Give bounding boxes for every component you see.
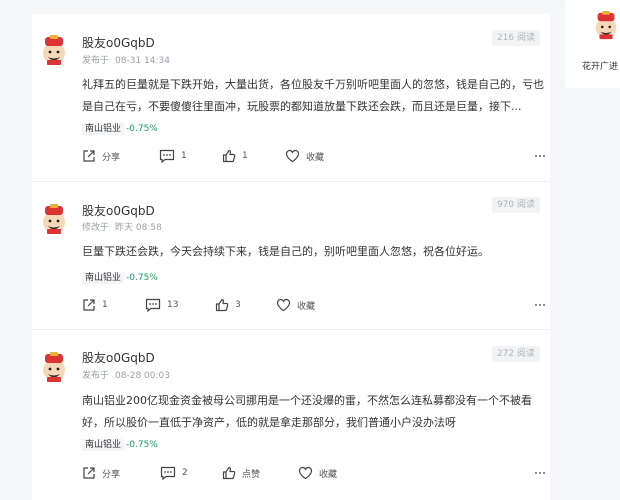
comment-count: 2 <box>182 468 188 478</box>
thumbs-up-icon <box>222 466 236 480</box>
view-count-badge: 970 阅读 <box>491 197 540 213</box>
caishen-avatar-icon <box>43 35 65 65</box>
share-icon <box>83 467 95 479</box>
stock-tag-name: 南山铝业 <box>82 272 125 284</box>
avatar[interactable] <box>38 351 70 383</box>
like-button[interactable]: 点赞 <box>222 464 260 482</box>
meta-time: 08-31 14:34 <box>115 56 170 66</box>
username[interactable]: 股友o0GqbD <box>82 34 155 51</box>
favorite-label: 收藏 <box>319 469 338 480</box>
like-button[interactable]: 1 <box>222 147 248 165</box>
post-actions: 1 13 3 收藏 <box>82 296 546 314</box>
thumbs-up-icon <box>215 298 229 312</box>
post-content[interactable]: 巨量下跌还会跌，今天会持续下来，钱是自己的，别听吧里面人忽悠，祝各位好运。 <box>82 241 544 263</box>
username[interactable]: 股友o0GqbD <box>82 202 155 219</box>
post-content[interactable]: 礼拜五的巨量就是下跌开始，大量出货，各位股友千万别听吧里面人的忽悠，钱是自己的，… <box>82 74 544 118</box>
favorite-button[interactable]: 收藏 <box>276 296 315 314</box>
post-feed: 股友o0GqbD 发布于 08-31 14:34 216 阅读 礼拜五的巨量就是下… <box>32 0 550 500</box>
stock-tag-name: 南山铝业 <box>82 123 125 135</box>
avatar[interactable] <box>591 10 620 40</box>
view-count-badge: 272 阅读 <box>491 346 540 362</box>
comment-icon <box>159 149 175 163</box>
share-label: 分享 <box>102 152 121 163</box>
comment-button[interactable]: 13 <box>145 296 178 314</box>
share-button[interactable]: 分享 <box>82 464 120 482</box>
post-meta: 发布于 08-28 00:03 <box>82 368 170 381</box>
avatar[interactable] <box>38 34 70 66</box>
post-card: 股友o0GqbD 发布于 08-28 00:03 272 阅读 南山铝业200亿现… <box>32 330 550 500</box>
comment-count: 13 <box>167 300 179 310</box>
more-options-icon[interactable] <box>534 147 546 165</box>
share-icon <box>83 150 95 162</box>
share-icon <box>83 299 95 311</box>
more-options-icon[interactable] <box>534 296 546 314</box>
meta-time: 昨天 08:58 <box>115 223 162 233</box>
stock-tag[interactable]: 南山铝业 -0.75% <box>82 121 158 137</box>
meta-prefix: 修改于 <box>82 223 110 233</box>
stock-tag-change: -0.75% <box>126 440 158 450</box>
avatar[interactable] <box>38 203 70 235</box>
stock-tag-change: -0.75% <box>126 273 158 283</box>
caishen-avatar-icon <box>595 10 617 40</box>
share-button[interactable]: 分享 <box>82 147 120 165</box>
like-count: 3 <box>235 300 241 310</box>
post-actions: 分享 1 1 收藏 <box>82 147 546 165</box>
stock-tag-name: 南山铝业 <box>82 439 125 451</box>
favorite-label: 收藏 <box>297 301 316 312</box>
heart-icon <box>276 298 291 312</box>
view-count-badge: 216 阅读 <box>491 30 540 46</box>
post-meta: 修改于 昨天 08:58 <box>82 220 162 233</box>
favorite-button[interactable]: 收藏 <box>298 464 337 482</box>
heart-icon <box>285 149 300 163</box>
more-options-icon[interactable] <box>534 464 546 482</box>
caishen-avatar-icon <box>43 204 65 234</box>
sidebar-user-card[interactable]: 花开广进 <box>565 0 620 88</box>
meta-time: 08-28 00:03 <box>115 371 170 381</box>
thumbs-up-icon <box>222 149 236 163</box>
post-meta: 发布于 08-31 14:34 <box>82 53 170 66</box>
meta-prefix: 发布于 <box>82 56 110 66</box>
comment-count: 1 <box>181 151 187 161</box>
stock-tag[interactable]: 南山铝业 -0.75% <box>82 437 158 453</box>
caishen-avatar-icon <box>43 352 65 382</box>
post-card: 股友o0GqbD 修改于 昨天 08:58 970 阅读 巨量下跌还会跌，今天会持… <box>32 182 550 330</box>
post-content[interactable]: 南山铝业200亿现金资金被母公司挪用是一个还没爆的雷，不然怎么连私募都没有一个不… <box>82 390 544 434</box>
favorite-button[interactable]: 收藏 <box>285 147 324 165</box>
comment-icon <box>160 466 176 480</box>
username[interactable]: 股友o0GqbD <box>82 349 155 366</box>
comment-button[interactable]: 2 <box>160 464 188 482</box>
like-label: 点赞 <box>242 469 261 480</box>
like-count: 1 <box>242 151 248 161</box>
post-actions: 分享 2 点赞 收藏 <box>82 464 546 482</box>
share-button[interactable]: 1 <box>82 296 108 314</box>
share-count: 1 <box>102 300 108 310</box>
heart-icon <box>298 466 313 480</box>
favorite-label: 收藏 <box>306 152 325 163</box>
post-card: 股友o0GqbD 发布于 08-31 14:34 216 阅读 礼拜五的巨量就是下… <box>32 14 550 182</box>
share-label: 分享 <box>102 469 121 480</box>
stock-tag-change: -0.75% <box>126 124 158 134</box>
comment-icon <box>145 298 161 312</box>
like-button[interactable]: 3 <box>215 296 241 314</box>
meta-prefix: 发布于 <box>82 371 110 381</box>
comment-button[interactable]: 1 <box>159 147 187 165</box>
stock-tag[interactable]: 南山铝业 -0.75% <box>82 270 158 286</box>
sidebar-username[interactable]: 花开广进 <box>582 59 618 72</box>
